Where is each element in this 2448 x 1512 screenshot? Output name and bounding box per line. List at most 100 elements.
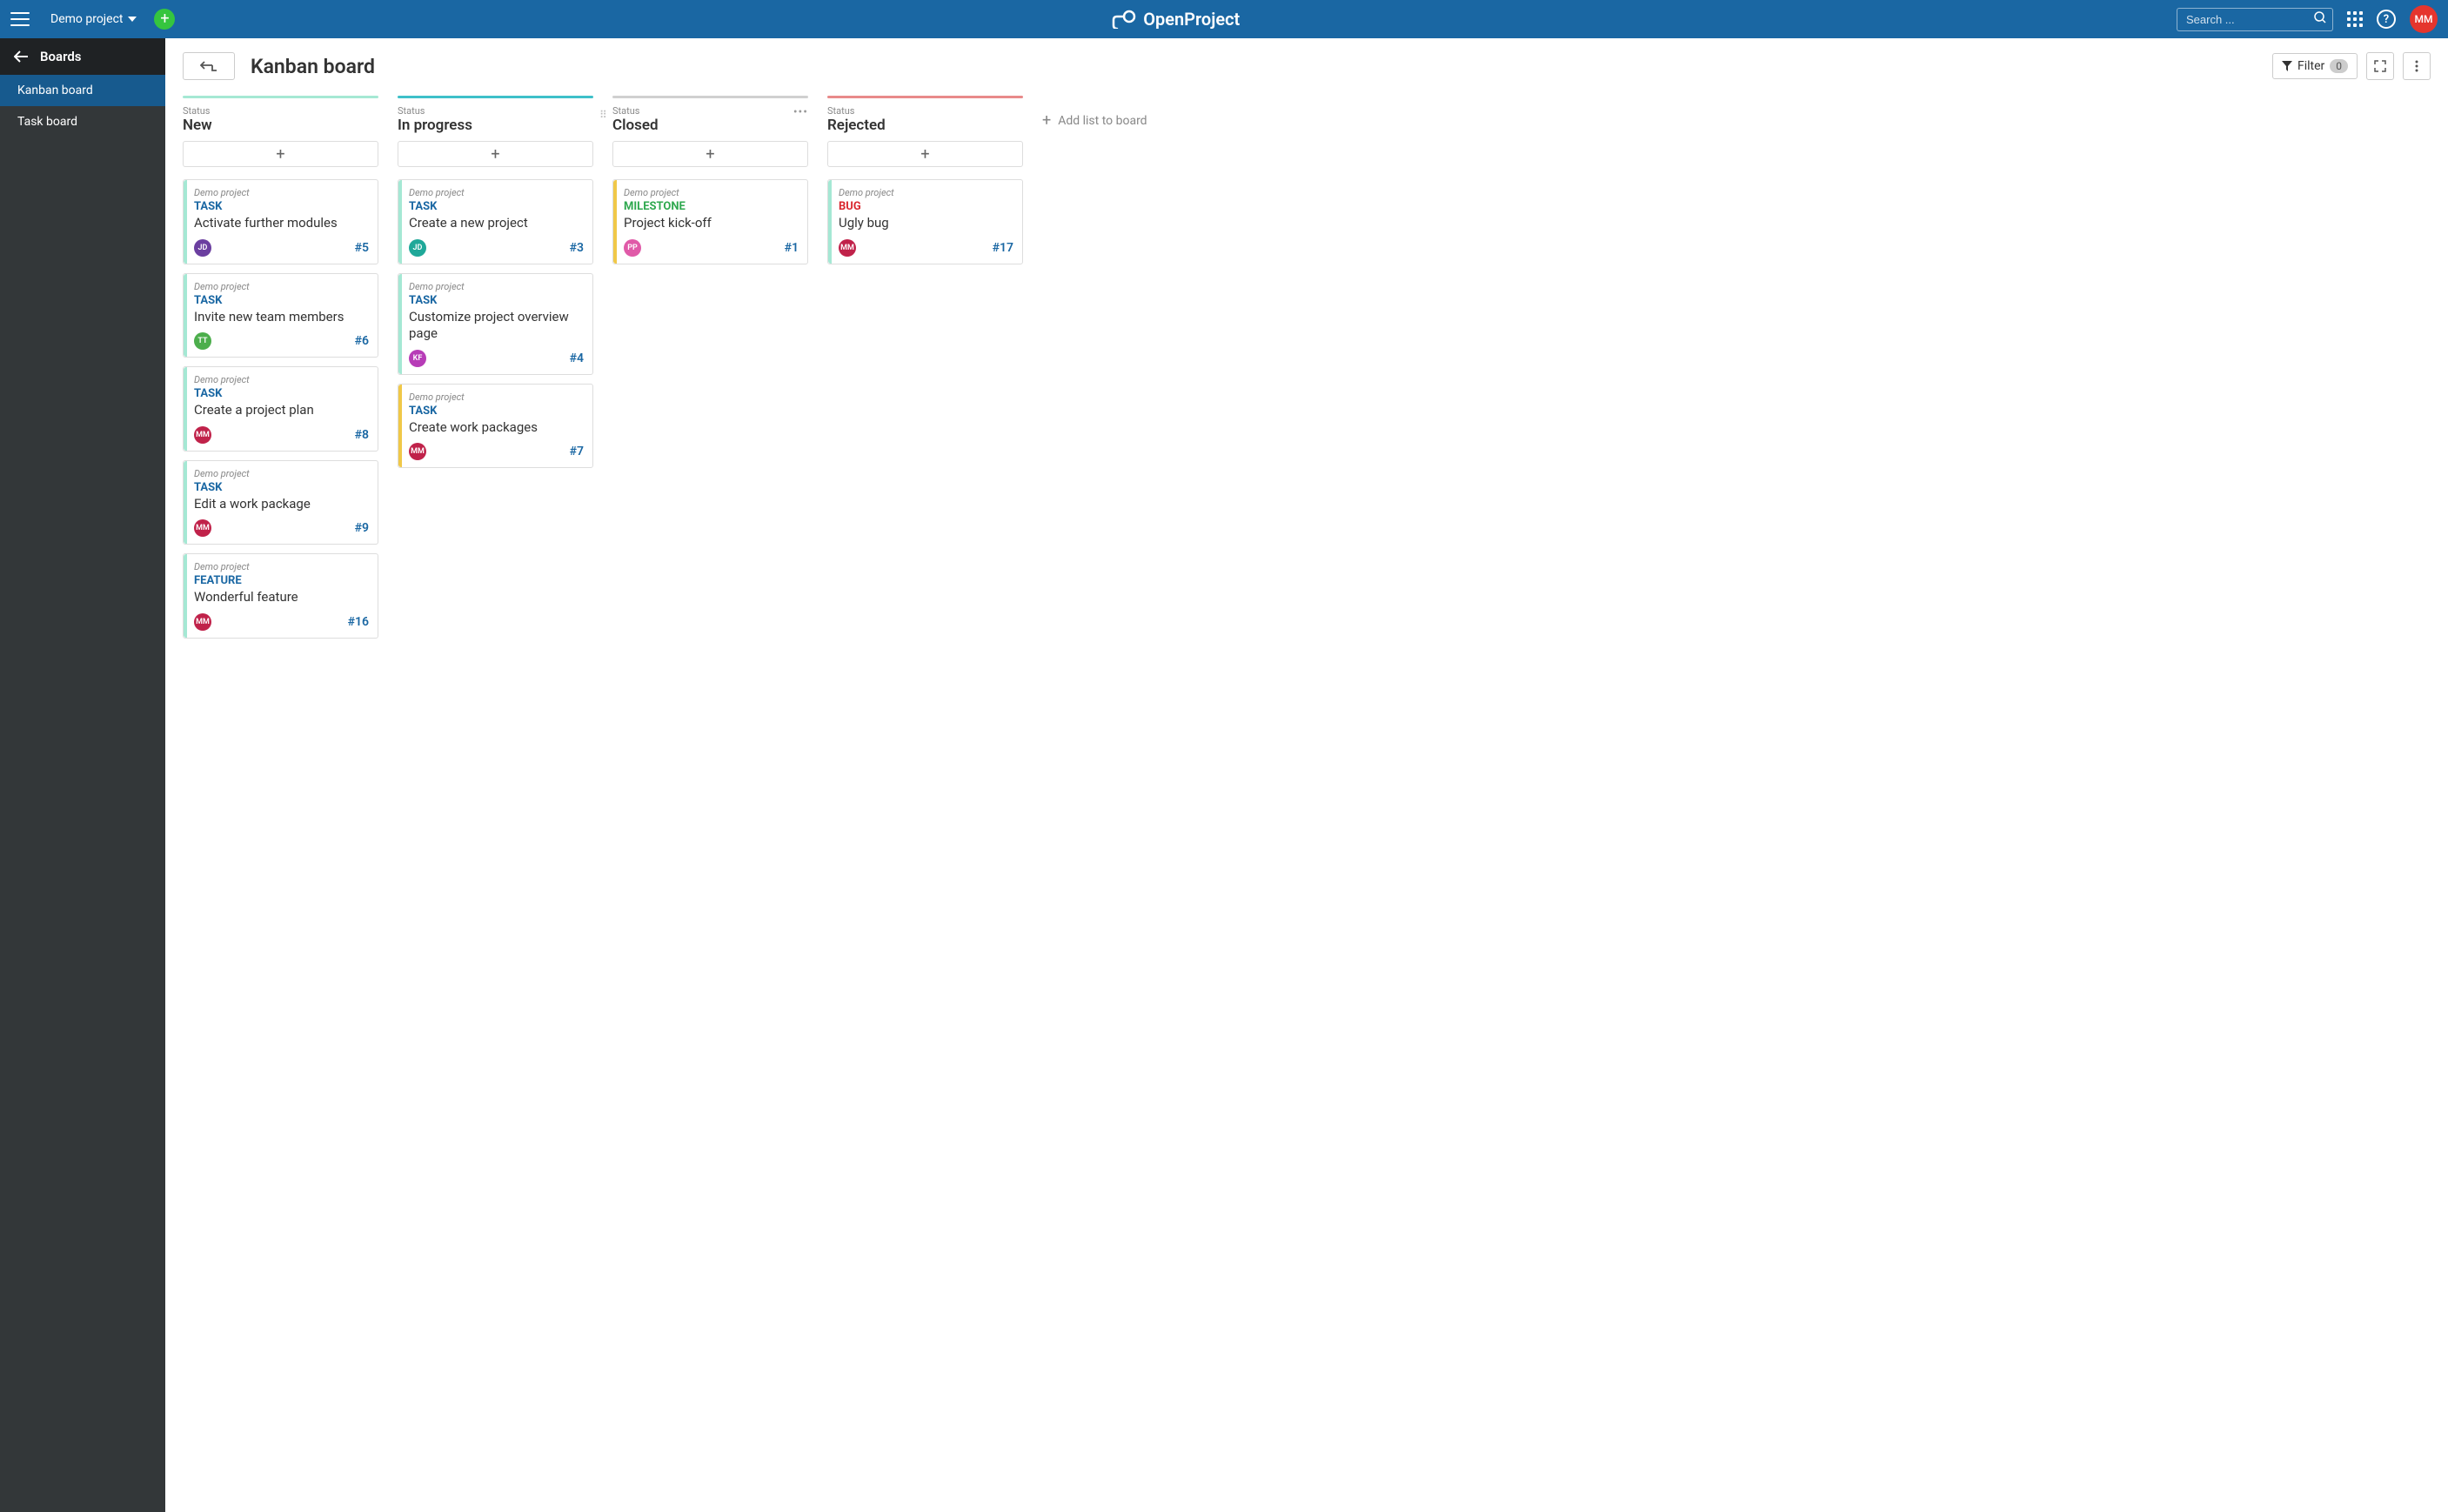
board-back-button[interactable] — [183, 52, 235, 80]
project-name-label: Demo project — [50, 12, 123, 26]
project-selector[interactable]: Demo project — [50, 12, 137, 26]
work-package-card[interactable]: Demo projectTASKCreate work packagesMM#7 — [398, 384, 593, 469]
card-project: Demo project — [409, 281, 584, 292]
filter-count: 0 — [2330, 59, 2348, 73]
card-type: TASK — [194, 481, 369, 494]
card-stripe — [184, 554, 187, 638]
search-box — [2177, 8, 2333, 31]
column-header: ⠿StatusClosed••• — [612, 105, 808, 134]
column-status-label: Status — [183, 105, 378, 117]
assignee-avatar[interactable]: JD — [194, 239, 211, 257]
card-footer: JD #3 — [409, 239, 584, 257]
card-type: TASK — [409, 405, 584, 418]
add-list-button[interactable]: +Add list to board — [1042, 96, 1147, 130]
add-list-label: Add list to board — [1058, 114, 1147, 128]
assignee-avatar[interactable]: KF — [409, 350, 426, 367]
add-card-button[interactable]: + — [183, 141, 378, 167]
card-stripe — [184, 461, 187, 545]
card-stripe — [398, 180, 402, 264]
card-project: Demo project — [409, 187, 584, 198]
work-package-card[interactable]: Demo projectTASKCreate a project planMM#… — [183, 366, 378, 452]
more-options-button[interactable] — [2403, 52, 2431, 80]
card-footer: KF #4 — [409, 350, 584, 367]
filter-button[interactable]: Filter 0 — [2272, 53, 2358, 79]
column-bar — [398, 96, 593, 98]
column-actions-icon[interactable]: ••• — [793, 105, 808, 119]
work-package-card[interactable]: Demo projectTASKEdit a work packageMM#9 — [183, 460, 378, 545]
card-type: TASK — [194, 200, 369, 213]
card-id: #5 — [355, 241, 369, 255]
card-project: Demo project — [409, 391, 584, 403]
assignee-avatar[interactable]: MM — [194, 426, 211, 444]
fullscreen-button[interactable] — [2366, 52, 2394, 80]
work-package-card[interactable]: Demo projectFEATUREWonderful featureMM#1… — [183, 553, 378, 639]
drag-handle-icon[interactable]: ⠿ — [599, 112, 607, 117]
card-id: #3 — [570, 241, 584, 255]
work-package-card[interactable]: Demo projectMILESTONEProject kick-offPP#… — [612, 179, 808, 264]
sidebar-item[interactable]: Kanban board — [0, 75, 165, 106]
assignee-avatar[interactable]: MM — [194, 613, 211, 631]
menu-toggle[interactable] — [10, 12, 30, 26]
assignee-avatar[interactable]: JD — [409, 239, 426, 257]
work-package-card[interactable]: Demo projectTASKInvite new team membersT… — [183, 273, 378, 358]
card-type: BUG — [839, 200, 1013, 213]
card-footer: PP #1 — [624, 239, 799, 257]
card-title: Customize project overview page — [409, 309, 584, 343]
card-title: Activate further modules — [194, 215, 369, 232]
work-package-card[interactable]: Demo projectBUGUgly bugMM#17 — [827, 179, 1023, 264]
card-title: Create a project plan — [194, 402, 369, 419]
card-id: #6 — [355, 334, 369, 348]
card-footer: JD #5 — [194, 239, 369, 257]
assignee-avatar[interactable]: PP — [624, 239, 641, 257]
column-status-label: Status — [398, 105, 593, 117]
card-title: Edit a work package — [194, 496, 369, 513]
card-project: Demo project — [194, 561, 369, 572]
column-title: Closed — [612, 117, 808, 134]
card-type: TASK — [194, 294, 369, 307]
card-title: Invite new team members — [194, 309, 369, 326]
user-avatar[interactable]: MM — [2410, 5, 2438, 33]
filter-icon — [2282, 61, 2292, 71]
card-stripe — [613, 180, 617, 264]
sidebar-title: Boards — [40, 49, 81, 64]
add-card-button[interactable]: + — [612, 141, 808, 167]
work-package-card[interactable]: Demo projectTASKCreate a new projectJD#3 — [398, 179, 593, 264]
card-id: #4 — [570, 351, 584, 365]
caret-down-icon — [128, 17, 137, 22]
sidebar-header: Boards — [0, 38, 165, 75]
app-logo[interactable]: OpenProject — [1112, 9, 1240, 30]
card-footer: MM #8 — [194, 426, 369, 444]
work-package-card[interactable]: Demo projectTASKActivate further modules… — [183, 179, 378, 264]
card-type: TASK — [409, 294, 584, 307]
card-title: Create a new project — [409, 215, 584, 232]
assignee-avatar[interactable]: MM — [194, 519, 211, 537]
back-arrow-icon[interactable] — [14, 50, 28, 63]
card-project: Demo project — [194, 468, 369, 479]
sidebar-item[interactable]: Task board — [0, 106, 165, 137]
card-footer: MM#7 — [409, 443, 584, 460]
board-column: StatusRejected+Demo projectBUGUgly bugMM… — [827, 96, 1023, 273]
column-title: In progress — [398, 117, 593, 134]
card-id: #1 — [785, 241, 799, 255]
search-input[interactable] — [2177, 8, 2333, 31]
card-project: Demo project — [839, 187, 1013, 198]
assignee-avatar[interactable]: MM — [839, 239, 856, 257]
card-stripe — [184, 274, 187, 358]
add-card-button[interactable]: + — [398, 141, 593, 167]
add-card-button[interactable]: + — [827, 141, 1023, 167]
apps-icon[interactable] — [2347, 11, 2363, 27]
help-icon[interactable]: ? — [2377, 10, 2396, 29]
work-package-card[interactable]: Demo project TASK Customize project overvi… — [398, 273, 593, 375]
column-header: StatusRejected — [827, 105, 1023, 134]
card-title: Wonderful feature — [194, 589, 369, 606]
card-stripe — [184, 367, 187, 451]
fullscreen-icon — [2374, 60, 2386, 72]
global-add-button[interactable]: + — [154, 9, 175, 30]
card-footer: MM #16 — [194, 613, 369, 631]
card-id: #8 — [355, 428, 369, 442]
card-id: #16 — [348, 615, 369, 629]
assignee-avatar[interactable]: TT — [194, 332, 211, 350]
board-column: ⠿StatusClosed••• + Demo projectMILESTONEPr… — [612, 96, 808, 273]
column-bar — [183, 96, 378, 98]
assignee-avatar[interactable]: MM — [409, 443, 426, 460]
